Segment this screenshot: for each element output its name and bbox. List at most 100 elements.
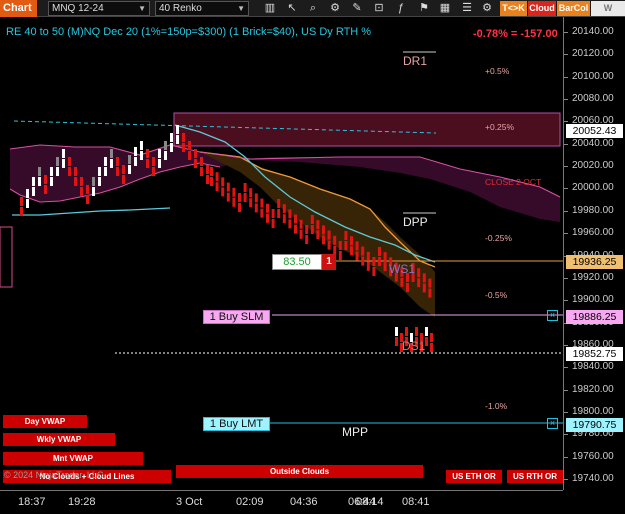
- renko-brick: [383, 252, 387, 262]
- chart-trader-icon[interactable]: ▦: [437, 1, 453, 16]
- renko-brick: [68, 157, 71, 166]
- us-rth-or-button[interactable]: US RTH OR: [507, 470, 563, 483]
- renko-brick: [310, 225, 314, 234]
- price-tick: 20040.00: [564, 138, 625, 149]
- quantity-badge[interactable]: 1: [322, 254, 336, 270]
- renko-brick: [422, 273, 426, 283]
- price-tag-current: 20052.43: [566, 124, 623, 138]
- strategies-icon[interactable]: ⚑: [416, 1, 432, 16]
- ws1-label: WS1: [389, 262, 416, 276]
- price-tick: 19920.00: [564, 272, 625, 283]
- tc-k-button[interactable]: T<>K: [500, 1, 527, 16]
- renko-brick: [271, 209, 275, 218]
- zoom-icon[interactable]: ⌕: [305, 1, 321, 16]
- time-tick: 04:36: [290, 496, 318, 508]
- renko-brick: [266, 203, 269, 213]
- renko-brick: [415, 327, 418, 336]
- renko-brick: [316, 230, 320, 240]
- bars-icon[interactable]: ▥: [262, 1, 278, 16]
- renko-brick: [104, 167, 107, 176]
- copyright-text: © 2024 NinjaTrader, LLC: [4, 470, 104, 480]
- renko-brick: [200, 157, 203, 166]
- renko-brick: [316, 220, 320, 230]
- close-icon[interactable]: ×: [547, 310, 558, 321]
- renko-brick: [92, 177, 95, 186]
- renko-brick: [26, 199, 29, 208]
- price-tag-ws1: 19936.25: [566, 255, 623, 269]
- renko-brick: [254, 193, 258, 203]
- renko-brick: [428, 288, 432, 298]
- buy-lmt-order[interactable]: 1 Buy LMT: [203, 417, 270, 431]
- renko-brick: [305, 225, 309, 234]
- time-tick: 02:09: [236, 496, 264, 508]
- drawing-tools-icon[interactable]: ✎: [349, 1, 365, 16]
- price-tick: 19820.00: [564, 384, 625, 395]
- cursor-icon[interactable]: ↖: [284, 1, 300, 16]
- renko-brick: [98, 167, 101, 176]
- cloud-button[interactable]: Cloud: [528, 1, 556, 16]
- renko-brick: [372, 267, 376, 276]
- pnl-label: -0.78% = -157.00: [473, 28, 558, 40]
- renko-brick: [164, 151, 167, 160]
- renko-brick: [188, 151, 191, 160]
- outside-clouds-button[interactable]: Outside Clouds: [176, 465, 423, 478]
- renko-brick: [400, 277, 404, 287]
- renko-brick: [170, 133, 173, 142]
- price-tag-buy-slm: 19886.25: [566, 310, 623, 324]
- cyan-line: [12, 207, 171, 216]
- lock-icon[interactable]: ⊡: [371, 1, 387, 16]
- renko-brick: [194, 159, 197, 168]
- renko-brick: [260, 208, 264, 218]
- renko-brick: [361, 246, 365, 256]
- renko-brick: [182, 133, 185, 142]
- properties-icon[interactable]: ⚙: [327, 1, 343, 16]
- time-axis[interactable]: 18:37 19:28 3 Oct 02:09 04:36 06:44 08:14 08:41: [0, 490, 563, 514]
- renko-brick: [116, 167, 119, 176]
- buy-slm-order[interactable]: 1 Buy SLM: [203, 310, 270, 324]
- renko-brick: [116, 157, 119, 166]
- renko-brick: [288, 219, 292, 229]
- renko-brick: [98, 177, 101, 186]
- templates-icon[interactable]: ☰: [459, 1, 475, 16]
- renko-brick: [44, 175, 47, 184]
- renko-brick: [299, 219, 303, 229]
- dr1-label: DR1: [403, 54, 428, 68]
- pct-plus-05: +0.5%: [485, 66, 510, 76]
- renko-brick: [249, 188, 253, 198]
- renko-brick: [215, 182, 219, 192]
- price-tick: 19800.00: [564, 406, 625, 417]
- settings-icon[interactable]: ⚙: [479, 1, 495, 16]
- vwap-button[interactable]: W VWAP: [591, 1, 625, 28]
- renko-brick: [338, 251, 342, 260]
- renko-brick: [266, 213, 269, 223]
- renko-brick: [206, 165, 209, 174]
- day-vwap-button[interactable]: Day VWAP: [3, 415, 87, 428]
- renko-brick: [158, 149, 161, 158]
- price-tag-last: 19852.75: [566, 347, 623, 361]
- barcol-button[interactable]: BarCol: [557, 1, 590, 16]
- wkly-vwap-button[interactable]: Wkly VWAP: [3, 433, 115, 446]
- mnt-vwap-button[interactable]: Mnt VWAP: [3, 452, 143, 465]
- instrument-label: MNQ 12-24: [52, 3, 104, 14]
- close-label: CLOSE 2 OCT: [485, 177, 542, 187]
- quantity-field[interactable]: 83.50: [272, 254, 322, 270]
- renko-brick: [86, 195, 89, 204]
- renko-brick: [122, 175, 125, 184]
- renko-brick: [366, 261, 370, 271]
- renko-brick: [50, 177, 53, 186]
- indicators-icon[interactable]: ƒ: [393, 1, 409, 16]
- renko-brick: [122, 165, 125, 174]
- renko-brick: [110, 149, 113, 158]
- renko-brick: [20, 207, 23, 216]
- close-icon[interactable]: ×: [547, 418, 558, 429]
- renko-brick: [344, 241, 348, 250]
- renko-brick: [425, 337, 428, 346]
- renko-brick: [170, 143, 173, 152]
- us-eth-or-button[interactable]: US ETH OR: [446, 470, 502, 483]
- renko-brick: [344, 231, 348, 240]
- renko-brick: [188, 141, 191, 150]
- bar-type-selector[interactable]: 40 Renko ▼: [155, 1, 249, 16]
- renko-brick: [146, 159, 149, 168]
- instrument-selector[interactable]: MNQ 12-24 ▼: [48, 1, 150, 16]
- chart-tab[interactable]: Chart: [0, 0, 37, 17]
